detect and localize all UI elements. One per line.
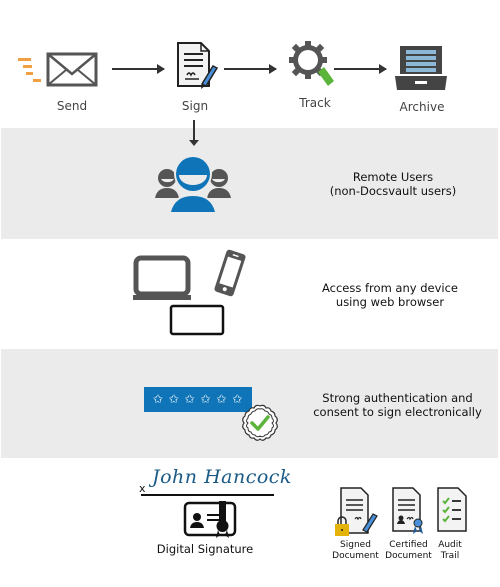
audit-trail-icon: [437, 487, 467, 532]
step-label-sign: Sign: [181, 99, 209, 113]
signature-name: John Hancock: [152, 466, 292, 488]
remote-users-subtitle: (non-Docsvault users): [329, 184, 457, 198]
users-group-icon: [155, 155, 231, 212]
signature-line: [141, 494, 274, 496]
step-track: [288, 40, 336, 90]
step-archive: [394, 44, 448, 92]
signed-document-line2: Document: [332, 551, 379, 561]
devices-text: Access from any device using web browser: [305, 281, 475, 309]
verified-badge: [240, 404, 280, 442]
step-label-track: Track: [299, 96, 331, 110]
verified-check-icon: [242, 404, 278, 441]
step-label-send: Send: [56, 99, 88, 113]
signed-document: [335, 486, 381, 538]
gear-magnifier-icon: [289, 41, 334, 86]
users-group: [153, 154, 233, 212]
arrow-sign-to-track: [224, 64, 277, 74]
audit-trail-label: Audit Trail: [430, 540, 470, 562]
signed-document-icon: [335, 487, 378, 536]
step-sign: [175, 40, 220, 92]
certificate-id-icon: [183, 501, 237, 538]
devices-icon: [133, 249, 246, 336]
certified-document-icon: [392, 487, 423, 534]
arrow-track-to-archive: [334, 64, 387, 74]
password-field: ✩ ✩ ✩ ✩ ✩ ✩: [144, 387, 252, 412]
remote-users-title: Remote Users: [352, 170, 434, 184]
password-mask: ✩ ✩ ✩ ✩ ✩ ✩: [152, 392, 244, 406]
digital-signature-badge: [183, 499, 238, 539]
signed-document-label: Signed Document: [328, 540, 383, 562]
audit-trail-line1: Audit: [438, 540, 462, 550]
certified-document: [390, 486, 430, 538]
certified-document-line1: Certified: [389, 540, 428, 550]
devices: [133, 249, 251, 337]
laptop-icon: [133, 255, 191, 300]
authentication-title: Strong authentication and: [322, 391, 473, 405]
file-drawer-icon: [395, 46, 447, 90]
remote-users-text: Remote Users (non-Docsvault users): [318, 170, 468, 198]
certified-document-line2: Document: [385, 551, 432, 561]
step-send: [18, 50, 100, 90]
smartphone-icon: [214, 249, 246, 297]
envelope-icon: [18, 52, 98, 87]
tablet-icon: [169, 304, 225, 336]
audit-trail: [436, 486, 470, 536]
signed-document-line1: Signed: [340, 540, 371, 550]
arrow-send-to-sign: [112, 64, 165, 74]
devices-subtitle: using web browser: [335, 295, 445, 309]
devices-title: Access from any device: [321, 281, 458, 295]
arrow-head-down-overlay: [189, 140, 199, 146]
authentication-subtitle: consent to sign electronically: [313, 405, 482, 419]
audit-trail-line2: Trail: [440, 551, 460, 561]
sign-document-icon: [177, 42, 219, 89]
authentication-text: Strong authentication and consent to sig…: [300, 391, 495, 419]
digital-signature-label: Digital Signature: [156, 542, 254, 556]
step-label-archive: Archive: [399, 100, 445, 114]
certified-document-label: Certified Document: [381, 540, 436, 562]
